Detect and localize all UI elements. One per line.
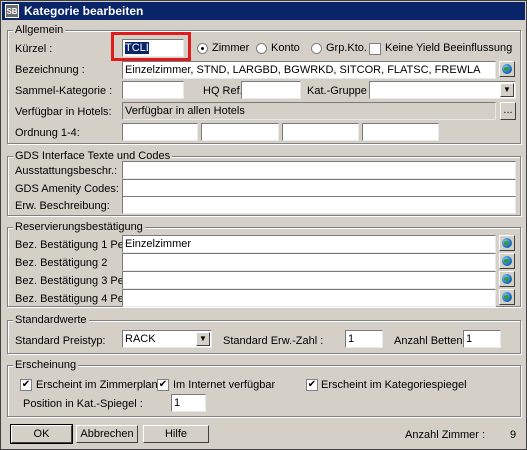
- ok-button[interactable]: OK: [10, 424, 73, 444]
- hq-label: HQ Ref.:: [203, 85, 246, 97]
- globe-icon[interactable]: [499, 235, 515, 251]
- amenity-input[interactable]: [122, 179, 516, 197]
- radio-konto[interactable]: [256, 43, 267, 54]
- erwzahl-input[interactable]: 1: [345, 330, 383, 348]
- internet-label: Im Internet verfügbar: [173, 379, 276, 391]
- verfuegbar-label: Verfügbar in Hotels:: [15, 106, 112, 118]
- hilfe-button[interactable]: Hilfe: [143, 425, 209, 443]
- bestaetigung-4-input[interactable]: [122, 289, 496, 307]
- chevron-down-icon[interactable]: ▼: [500, 83, 514, 97]
- highlight-box: [111, 32, 191, 61]
- katgruppe-label: Kat.-Gruppe :: [307, 85, 374, 97]
- kuerzel-label: Kürzel :: [15, 43, 53, 55]
- ordnung-1-input[interactable]: [122, 123, 198, 141]
- sammel-input[interactable]: [122, 81, 184, 99]
- preistyp-label: Standard Preistyp:: [15, 335, 106, 347]
- verfuegbar-field: Verfügbar in allen Hotels: [122, 102, 496, 120]
- dialog-window: SB Kategorie bearbeiten Allgemein Kürzel…: [0, 0, 527, 450]
- ausstattung-input[interactable]: [122, 161, 516, 179]
- erw-beschreibung-label: Erw. Beschreibung:: [15, 200, 110, 212]
- bezeichnung-label: Bezeichnung :: [15, 64, 85, 76]
- anzahl-zimmer-value: 9: [510, 429, 517, 441]
- katgruppe-select[interactable]: ▼: [369, 81, 516, 99]
- betten-input[interactable]: 1: [463, 330, 501, 348]
- erwzahl-label: Standard Erw.-Zahl :: [223, 335, 324, 347]
- radio-zimmer-label: Zimmer: [212, 42, 250, 54]
- app-icon: SB: [5, 4, 19, 18]
- erw-beschreibung-input[interactable]: [122, 196, 516, 214]
- bezeichnung-input[interactable]: Einzelzimmer, STND, LARGBD, BGWRKD, SITC…: [122, 61, 496, 79]
- title-bar[interactable]: SB Kategorie bearbeiten: [2, 2, 525, 20]
- ausstattung-label: Ausstattungsbeschr.:: [15, 165, 118, 177]
- ordnung-2-input[interactable]: [201, 123, 279, 141]
- hq-input[interactable]: [241, 81, 301, 99]
- radio-konto-label: Konto: [271, 42, 300, 54]
- group-standardwerte-legend: Standardwerte: [13, 314, 89, 326]
- ordnung-3-input[interactable]: [282, 123, 359, 141]
- keine-yield-label: Keine Yield Beeinflussung: [385, 42, 513, 54]
- position-label: Position in Kat.-Spiegel :: [23, 398, 143, 410]
- sammel-label: Sammel-Kategorie :: [15, 85, 113, 97]
- betten-label: Anzahl Betten:: [394, 335, 466, 347]
- hotels-ellipsis-button[interactable]: ...: [500, 102, 516, 120]
- ordnung-4-input[interactable]: [362, 123, 439, 141]
- zimmerplan-checkbox[interactable]: ✔: [20, 379, 32, 391]
- abbrechen-button[interactable]: Abbrechen: [76, 425, 138, 443]
- group-allgemein-legend: Allgemein: [13, 24, 66, 36]
- radio-zimmer[interactable]: [197, 43, 208, 54]
- preistyp-select[interactable]: RACK ▼: [122, 330, 212, 348]
- group-erscheinung-legend: Erscheinung: [13, 359, 79, 371]
- kategoriespiegel-checkbox[interactable]: ✔: [306, 379, 318, 391]
- chevron-down-icon[interactable]: ▼: [196, 332, 210, 346]
- anzahl-zimmer-label: Anzahl Zimmer :: [405, 429, 486, 441]
- bestaetigung-1-input[interactable]: Einzelzimmer: [122, 235, 496, 253]
- bestaetigung-3-input[interactable]: [122, 271, 496, 289]
- globe-icon[interactable]: [499, 271, 515, 287]
- kategoriespiegel-label: Erscheint im Kategoriespiegel: [321, 379, 467, 391]
- internet-checkbox[interactable]: ✔: [157, 379, 169, 391]
- globe-icon[interactable]: [499, 253, 515, 269]
- amenity-label: GDS Amenity Codes:: [15, 183, 119, 195]
- globe-icon[interactable]: [499, 289, 515, 305]
- bestaetigung-1-label: Bez. Bestätigung 1 Pers.:: [15, 239, 140, 251]
- keine-yield-checkbox[interactable]: [369, 43, 381, 55]
- window-title: Kategorie bearbeiten: [24, 4, 144, 18]
- bestaetigung-2-label: Bez. Bestätigung 2: [15, 257, 108, 269]
- zimmerplan-label: Erscheint im Zimmerplan: [36, 379, 158, 391]
- group-reservierung-legend: Reservierungsbestätigung: [13, 221, 145, 233]
- radio-grp-kto[interactable]: [311, 43, 322, 54]
- preistyp-value: RACK: [125, 333, 156, 345]
- globe-icon[interactable]: [499, 61, 515, 77]
- bestaetigung-2-input[interactable]: [122, 253, 496, 271]
- position-input[interactable]: 1: [171, 394, 206, 412]
- bestaetigung-4-label: Bez. Bestätigung 4 Pers.:: [15, 293, 140, 305]
- ordnung-label: Ordnung 1-4:: [15, 127, 80, 139]
- radio-grp-kto-label: Grp.Kto.: [326, 42, 367, 54]
- bestaetigung-3-label: Bez. Bestätigung 3 Pers.:: [15, 275, 140, 287]
